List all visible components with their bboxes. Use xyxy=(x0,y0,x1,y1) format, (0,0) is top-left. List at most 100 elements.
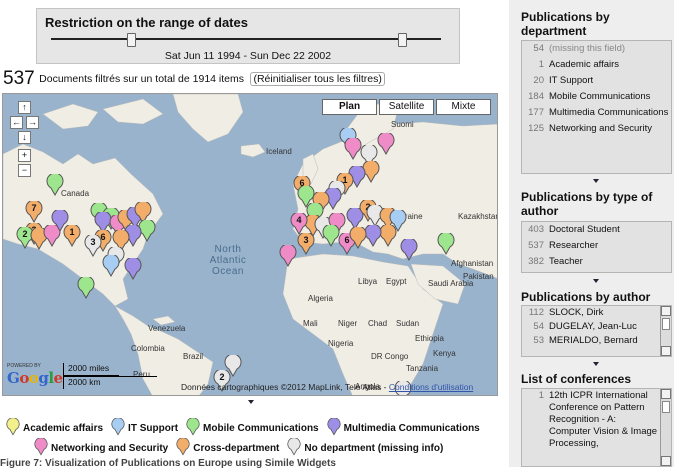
map-marker[interactable] xyxy=(77,277,95,299)
zoom-in-button[interactable]: + xyxy=(18,149,31,162)
scroll-up-button[interactable] xyxy=(661,306,671,316)
facet-item-count: 53 xyxy=(533,335,544,346)
label-libya: Libya xyxy=(358,277,378,286)
label-saudi-arabia: Saudi Arabia xyxy=(428,279,474,288)
map-marker[interactable] xyxy=(279,245,297,267)
facet-item[interactable]: 54 (missing this field) xyxy=(522,41,671,57)
facet-department-list: 54 (missing this field) 1 Academic affairs 2… xyxy=(521,40,672,174)
map-marker[interactable] xyxy=(322,225,340,247)
scale-miles: 2000 miles xyxy=(63,363,119,376)
facet-item[interactable]: 20 IT Support xyxy=(522,73,671,89)
map-marker[interactable] xyxy=(400,239,418,261)
map-marker[interactable] xyxy=(124,258,142,280)
legend-marker-icon xyxy=(176,436,193,459)
map-marker[interactable]: 3 xyxy=(84,235,102,257)
reset-filters-link[interactable]: (Réinitialiser tous les filtres) xyxy=(250,72,385,86)
facet-conference-list: 1 12th ICPR International Conference on P… xyxy=(521,388,672,467)
zoom-out-button[interactable]: − xyxy=(18,164,31,177)
map-marker[interactable]: 3 xyxy=(297,233,315,255)
map-collapse-icon[interactable] xyxy=(248,400,254,404)
facet-item[interactable]: 125 Networking and Security xyxy=(522,121,671,137)
facet-item[interactable]: 537 Researcher xyxy=(522,238,671,254)
legend-item: Networking and Security xyxy=(34,436,169,459)
label-algeria: Algeria xyxy=(308,294,333,303)
label-nigeria: Nigeria xyxy=(328,339,354,348)
map-marker[interactable] xyxy=(297,186,315,208)
label-dr-congo: DR Congo xyxy=(371,352,409,361)
scroll-down-button[interactable] xyxy=(661,346,671,356)
legend-label: Multimedia Communications xyxy=(343,422,480,434)
facet-item-label: MERIALDO, Bernard xyxy=(549,335,638,346)
marker-count: 3 xyxy=(90,237,96,247)
terms-link[interactable]: Conditions d'utilisation xyxy=(389,382,473,392)
label-suomi: Suomi xyxy=(391,120,414,129)
facet-department-expand-icon[interactable] xyxy=(593,179,599,183)
figure-caption: Figure 7: Visualization of Publications … xyxy=(0,458,336,469)
facet-author-rows: 112 SLOCK, Dirk 54 DUGELAY, Jean-Luc 53 MERIA… xyxy=(522,306,671,348)
map-marker[interactable]: 4 xyxy=(290,213,308,235)
map-marker[interactable]: 7 xyxy=(25,201,43,223)
scroll-thumb[interactable] xyxy=(662,401,670,413)
facet-item-count: 54 xyxy=(533,43,544,54)
map-marker[interactable] xyxy=(224,355,242,377)
map-type-satellite-button[interactable]: Satellite xyxy=(379,99,434,115)
date-range-text: Sat Jun 11 1994 - Sun Dec 22 2002 xyxy=(164,50,332,62)
date-slider-track[interactable] xyxy=(51,38,441,40)
facet-item-count: 1 xyxy=(538,59,544,70)
date-slider-start-handle[interactable] xyxy=(127,33,136,47)
facet-item[interactable]: 1 12th ICPR International Conference on P… xyxy=(522,389,659,451)
map-marker[interactable] xyxy=(437,233,455,255)
legend-label: Networking and Security xyxy=(51,442,169,454)
map-legend: Academic affairs IT Support Mobile Communi… xyxy=(6,416,502,459)
map-marker[interactable] xyxy=(102,255,120,277)
scroll-up-button[interactable] xyxy=(661,389,671,399)
facet-item-label: Researcher xyxy=(549,240,599,251)
facet-sidebar: Publications by department 54 (missing th… xyxy=(509,0,674,467)
label-chad: Chad xyxy=(368,319,388,328)
map-marker[interactable]: 1 xyxy=(63,225,81,247)
label-kazakhstan: Kazakhstan xyxy=(458,212,498,221)
facet-item[interactable]: 184 Mobile Communications xyxy=(522,89,671,105)
results-count: 537 xyxy=(3,68,35,89)
date-slider-end-handle[interactable] xyxy=(398,33,407,47)
facet-item[interactable]: 1 Academic affairs xyxy=(522,57,671,73)
pan-right-button[interactable]: → xyxy=(26,116,39,129)
pan-left-button[interactable]: ← xyxy=(10,116,23,129)
facet-author-expand-icon[interactable] xyxy=(593,362,599,366)
facet-author-type-expand-icon[interactable] xyxy=(593,279,599,283)
date-filter-title: Restriction on the range of dates xyxy=(45,15,248,30)
map-view[interactable]: Canada Iceland Suomi Kazakhstan Ukraine … xyxy=(2,93,498,396)
legend-item: IT Support xyxy=(111,416,178,439)
facet-item-count: 54 xyxy=(533,321,544,332)
facet-item[interactable]: 403 Doctoral Student xyxy=(522,222,671,238)
facet-item[interactable]: 112 SLOCK, Dirk xyxy=(522,306,659,320)
map-marker[interactable] xyxy=(134,202,152,224)
map-marker[interactable] xyxy=(112,230,130,252)
map-marker[interactable] xyxy=(46,174,64,196)
facet-item-count: 20 xyxy=(533,75,544,86)
scroll-down-button[interactable] xyxy=(661,456,671,466)
map-scale: 2000 miles 2000 km xyxy=(63,363,157,389)
map-marker[interactable] xyxy=(377,133,395,155)
facet-author-scrollbar[interactable] xyxy=(660,306,671,356)
map-marker[interactable] xyxy=(349,227,367,249)
label-mali: Mali xyxy=(303,319,318,328)
facet-item-label: DUGELAY, Jean-Luc xyxy=(549,321,637,332)
scroll-thumb[interactable] xyxy=(662,318,670,330)
legend-row: Academic affairs IT Support Mobile Communi… xyxy=(6,416,502,439)
legend-label: No department (missing info) xyxy=(304,442,444,454)
map-type-mixte-button[interactable]: Mixte xyxy=(436,99,491,115)
facet-conference-scrollbar[interactable] xyxy=(660,389,671,466)
facet-item[interactable]: 54 DUGELAY, Jean-Luc xyxy=(522,320,659,334)
facet-item[interactable]: 382 Teacher xyxy=(522,254,671,270)
legend-label: Academic affairs xyxy=(23,422,104,434)
facet-item[interactable]: 177 Multimedia Communications xyxy=(522,105,671,121)
map-type-plan-button[interactable]: Plan xyxy=(322,99,377,115)
facet-item-count: 537 xyxy=(528,240,544,251)
label-venezuela: Venezuela xyxy=(148,324,186,333)
scale-km: 2000 km xyxy=(63,376,157,389)
pan-up-button[interactable]: ↑ xyxy=(18,101,31,114)
facet-item[interactable]: 53 MERIALDO, Bernard xyxy=(522,334,659,348)
results-summary-text: Documents filtrés sur un total de 1914 i… xyxy=(39,73,245,85)
pan-down-button[interactable]: ↓ xyxy=(18,131,31,144)
